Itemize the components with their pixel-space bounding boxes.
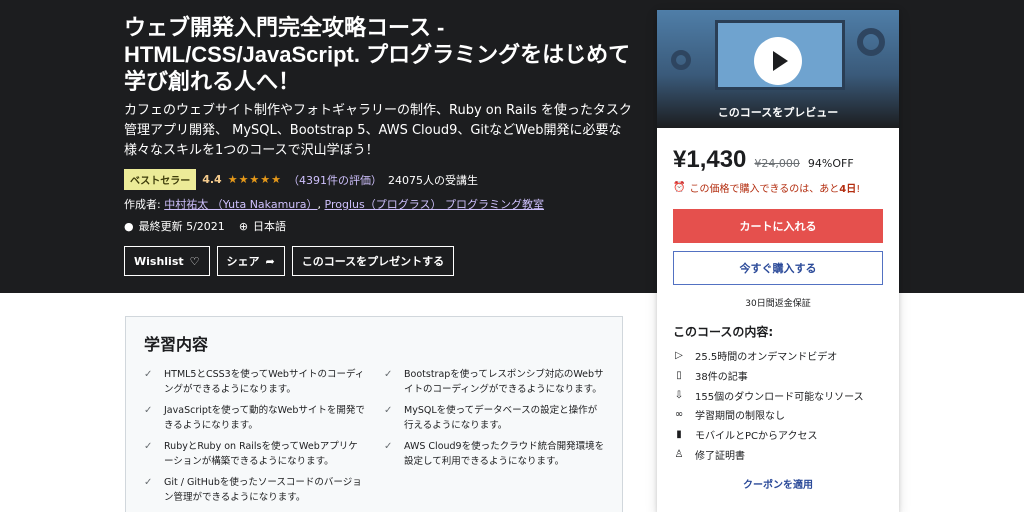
author-row: 作成者: 中村祐太 （Yuta Nakamura）, Proglus（プログラス… <box>124 196 634 212</box>
include-label: 学習期間の制限なし <box>695 411 785 423</box>
infinity-icon: ∞ <box>674 409 684 421</box>
include-label: モバイルとPCからアクセス <box>695 431 818 443</box>
share-button[interactable]: シェア ➦ <box>216 246 285 276</box>
share-arrow-icon: ➦ <box>265 254 275 268</box>
learn-item-text: AWS Cloud9を使ったクラウド統合開発環境を設定して利用できるようになりま… <box>404 441 605 467</box>
urgency-text: この価格で購入できるのは、あと4日! <box>689 184 861 195</box>
action-buttons: Wishlist ♡ シェア ➦ このコースをプレゼントする <box>124 246 634 276</box>
price-row: ¥1,430 ¥24,000 94%OFF <box>657 128 899 174</box>
language-text: 日本語 <box>253 220 287 233</box>
last-updated: ● 最終更新 5/2021 <box>124 218 225 234</box>
what-you-learn-box: 学習内容 ✓ HTML5とCSS3を使ってWebサイトのコーディングができるように… <box>125 316 623 512</box>
course-subtitle: カフェのウェブサイト制作やフォトギャラリーの制作、Ruby on Rails を… <box>124 103 632 158</box>
course-title: ウェブ開発入門完全攻略コース - HTML/CSS/JavaScript. プロ… <box>124 15 631 94</box>
list-item: ♙ 修了証明書 <box>673 444 883 464</box>
video-icon: ▷ <box>675 350 683 362</box>
learn-item-text: Git / GitHubを使ったソースコードのバージョン管理ができるようになりま… <box>164 477 362 503</box>
apply-coupon-link[interactable]: クーポンを適用 <box>657 476 899 491</box>
heart-icon: ♡ <box>189 254 200 268</box>
play-icon <box>772 51 788 71</box>
author-separator: , <box>317 198 322 211</box>
money-back-guarantee: 30日間返金保証 <box>745 299 811 309</box>
meta-row: ● 最終更新 5/2021 ⊕ 日本語 <box>124 218 634 234</box>
list-item: ✓ Bootstrapを使ってレスポンシブ対応のWebサイトのコーディングができる… <box>384 367 606 397</box>
list-item: ✓ MySQLを使ってデータベースの設定と操作が行えるようになります。 <box>384 403 606 433</box>
checkmark-icon: ✓ <box>144 369 153 380</box>
list-item: ✓ RubyとRuby on Railsを使ってWebアプリケーションが構築できる… <box>144 439 366 469</box>
list-item: ✓ Git / GitHubを使ったソースコードのバージョン管理ができるようになり… <box>144 475 366 505</box>
buy-now-button[interactable]: 今すぐ購入する <box>673 251 883 285</box>
share-label: シェア <box>226 255 260 268</box>
original-price: ¥24,000 <box>754 157 800 170</box>
list-item: ∞ 学習期間の制限なし <box>673 405 883 425</box>
course-preview[interactable]: このコースをプレビュー <box>657 10 899 128</box>
list-item: ✓ AWS Cloud9を使ったクラウド統合開発環境を設定して利用できるようになり… <box>384 439 606 469</box>
language: ⊕ 日本語 <box>239 218 286 234</box>
current-price: ¥1,430 <box>673 146 747 173</box>
list-item: ▷ 25.5時間のオンデマンドビデオ <box>673 346 883 366</box>
include-label: 修了証明書 <box>695 450 745 462</box>
download-icon: ⇩ <box>674 389 684 401</box>
student-count: 24075人の受講生 <box>388 173 479 187</box>
bestseller-badge: ベストセラー <box>124 169 197 190</box>
include-label: 155個のダウンロード可能なリソース <box>695 391 864 403</box>
include-label: 38件の記事 <box>695 372 748 384</box>
gear-icon <box>671 50 691 70</box>
wishlist-label: Wishlist <box>134 254 184 268</box>
globe-icon: ⊕ <box>238 219 249 233</box>
list-item: ▮ モバイルとPCからアクセス <box>673 425 883 445</box>
certificate-icon: ♙ <box>674 448 684 460</box>
learn-item-text: RubyとRuby on Railsを使ってWebアプリケーションが構築できるよ… <box>164 441 358 467</box>
checkmark-icon: ✓ <box>384 405 393 416</box>
rating-row: ベストセラー 4.4 ★★★★★ （4391件の評価） 24075人の受講生 <box>124 169 634 190</box>
checkmark-icon: ✓ <box>384 369 393 380</box>
gift-course-button[interactable]: このコースをプレゼントする <box>291 246 455 276</box>
price-urgency: ⏰ この価格で購入できるのは、あと4日! <box>657 174 899 195</box>
add-to-cart-button[interactable]: カートに入れる <box>673 209 883 243</box>
includes-list: ▷ 25.5時間のオンデマンドビデオ ▯ 38件の記事 ⇩ 155個のダウンロード可能… <box>657 340 899 464</box>
list-item: ⇩ 155個のダウンロード可能なリソース <box>673 385 883 405</box>
rating-value: 4.4 <box>202 173 222 186</box>
purchase-sidebar: このコースをプレビュー ¥1,430 ¥24,000 94%OFF ⏰ この価格… <box>657 10 899 512</box>
discount-percent: 94%OFF <box>807 157 854 170</box>
author-label: 作成者: <box>124 198 161 211</box>
author-link-proglus[interactable]: Proglus（プログラス） プログラミング教室 <box>325 198 544 211</box>
learn-item-text: JavaScriptを使って動的なWebサイトを開発できるようになります。 <box>164 405 365 431</box>
learn-title: 学習内容 <box>144 335 209 354</box>
include-label: 25.5時間のオンデマンドビデオ <box>695 352 838 364</box>
article-icon: ▯ <box>676 370 682 382</box>
wishlist-button[interactable]: Wishlist ♡ <box>124 246 210 276</box>
star-rating-icon: ★★★★★ <box>227 173 283 186</box>
learn-item-text: HTML5とCSS3を使ってWebサイトのコーディングができるようになります。 <box>164 369 365 395</box>
checkmark-icon: ✓ <box>384 441 393 452</box>
gift-label: このコースをプレゼントする <box>301 255 445 268</box>
checkmark-icon: ✓ <box>144 405 153 416</box>
author-link-nakamura[interactable]: 中村祐太 （Yuta Nakamura） <box>164 198 317 211</box>
gear-icon <box>857 28 885 56</box>
play-button[interactable] <box>754 37 802 85</box>
includes-title: このコースの内容: <box>673 325 774 339</box>
learn-list: ✓ HTML5とCSS3を使ってWebサイトのコーディングができるようになります。… <box>144 367 604 505</box>
list-item: ✓ JavaScriptを使って動的なWebサイトを開発できるようになります。 <box>144 403 366 433</box>
rating-count-link[interactable]: （4391件の評価） <box>288 172 382 188</box>
list-item: ✓ HTML5とCSS3を使ってWebサイトのコーディングができるようになります。 <box>144 367 366 397</box>
learn-item-text: MySQLを使ってデータベースの設定と操作が行えるようになります。 <box>404 405 598 431</box>
last-updated-text: 最終更新 5/2021 <box>138 220 225 233</box>
mobile-icon: ▮ <box>676 429 682 441</box>
checkmark-icon: ✓ <box>144 477 153 488</box>
alert-icon: ● <box>124 219 134 233</box>
alarm-clock-icon: ⏰ <box>673 182 686 193</box>
learn-item-text: Bootstrapを使ってレスポンシブ対応のWebサイトのコーディングができるよ… <box>404 369 604 395</box>
checkmark-icon: ✓ <box>144 441 153 452</box>
preview-label: このコースをプレビュー <box>717 106 839 119</box>
list-item: ▯ 38件の記事 <box>673 366 883 386</box>
